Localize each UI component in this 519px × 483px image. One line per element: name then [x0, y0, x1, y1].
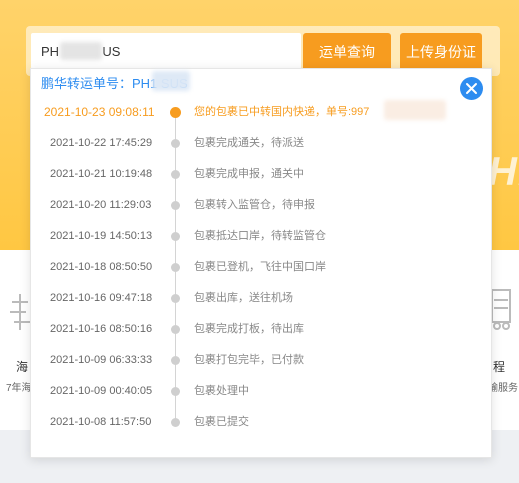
- close-icon: [466, 83, 477, 94]
- redaction-mask: [384, 100, 446, 120]
- event-time: 2021-10-18 08:50:50: [50, 261, 153, 273]
- event-time: 2021-10-21 10:19:48: [50, 168, 153, 180]
- event-time: 2021-10-09 06:33:33: [50, 354, 153, 366]
- timeline-item: 2021-10-19 14:50:13 包裹抵达口岸，待转监管仓: [0, 226, 519, 246]
- timeline-dot: [170, 107, 181, 118]
- event-description: 包裹出库，送往机场: [194, 292, 293, 304]
- timeline-dot: [171, 232, 180, 241]
- redaction-mask: [60, 42, 102, 60]
- event-description: 包裹已登机，飞往中国口岸: [194, 261, 326, 273]
- upload-id-button[interactable]: 上传身份证: [400, 33, 482, 71]
- timeline-dot: [171, 356, 180, 365]
- event-time: 2021-10-08 11:57:50: [50, 416, 152, 428]
- event-description: 包裹完成申报，通关中: [194, 168, 304, 180]
- event-description: 包裹打包完毕，已付款: [194, 354, 304, 366]
- timeline-dot: [171, 294, 180, 303]
- event-description: 包裹转入监管仓，待申报: [194, 199, 315, 211]
- timeline-item: 2021-10-09 06:33:33 包裹打包完毕，已付款: [0, 350, 519, 370]
- timeline-dot: [171, 325, 180, 334]
- query-button[interactable]: 运单查询: [303, 33, 391, 71]
- timeline-item: 2021-10-16 08:50:16 包裹完成打板，待出库: [0, 319, 519, 339]
- event-time: 2021-10-20 11:29:03: [50, 199, 152, 211]
- timeline-dot: [171, 170, 180, 179]
- event-time: 2021-10-23 09:08:11: [44, 105, 155, 119]
- event-description: 包裹处理中: [194, 385, 249, 397]
- event-description: 包裹完成通关，待派送: [194, 137, 304, 149]
- close-button[interactable]: [460, 77, 483, 100]
- timeline-item: 2021-10-20 11:29:03 包裹转入监管仓，待申报: [0, 195, 519, 215]
- timeline-dot: [171, 418, 180, 427]
- event-description: 包裹完成打板，待出库: [194, 323, 304, 335]
- event-time: 2021-10-16 08:50:16: [50, 323, 153, 335]
- event-time: 2021-10-19 14:50:13: [50, 230, 153, 242]
- event-description: 您的包裹已中转国内快递，单号:997: [194, 106, 370, 118]
- timeline-dot: [171, 201, 180, 210]
- event-description: 包裹抵达口岸，待转监管仓: [194, 230, 326, 242]
- event-time: 2021-10-09 00:40:05: [50, 385, 153, 397]
- timeline-item: 2021-10-09 00:40:05 包裹处理中: [0, 381, 519, 401]
- timeline-item: 2021-10-22 17:45:29 包裹完成通关，待派送: [0, 133, 519, 153]
- timeline-item: 2021-10-18 08:50:50 包裹已登机，飞往中国口岸: [0, 257, 519, 277]
- timeline-dot: [171, 139, 180, 148]
- timeline-item: 2021-10-21 10:19:48 包裹完成申报，通关中: [0, 164, 519, 184]
- event-time: 2021-10-16 09:47:18: [50, 292, 153, 304]
- timeline-item: 2021-10-08 11:57:50 包裹已提交: [0, 412, 519, 432]
- timeline-dot: [171, 263, 180, 272]
- event-time: 2021-10-22 17:45:29: [50, 137, 153, 149]
- timeline-item: 2021-10-16 09:47:18 包裹出库，送往机场: [0, 288, 519, 308]
- redaction-mask: [152, 71, 190, 91]
- timeline-dot: [171, 387, 180, 396]
- event-description: 包裹已提交: [194, 416, 249, 428]
